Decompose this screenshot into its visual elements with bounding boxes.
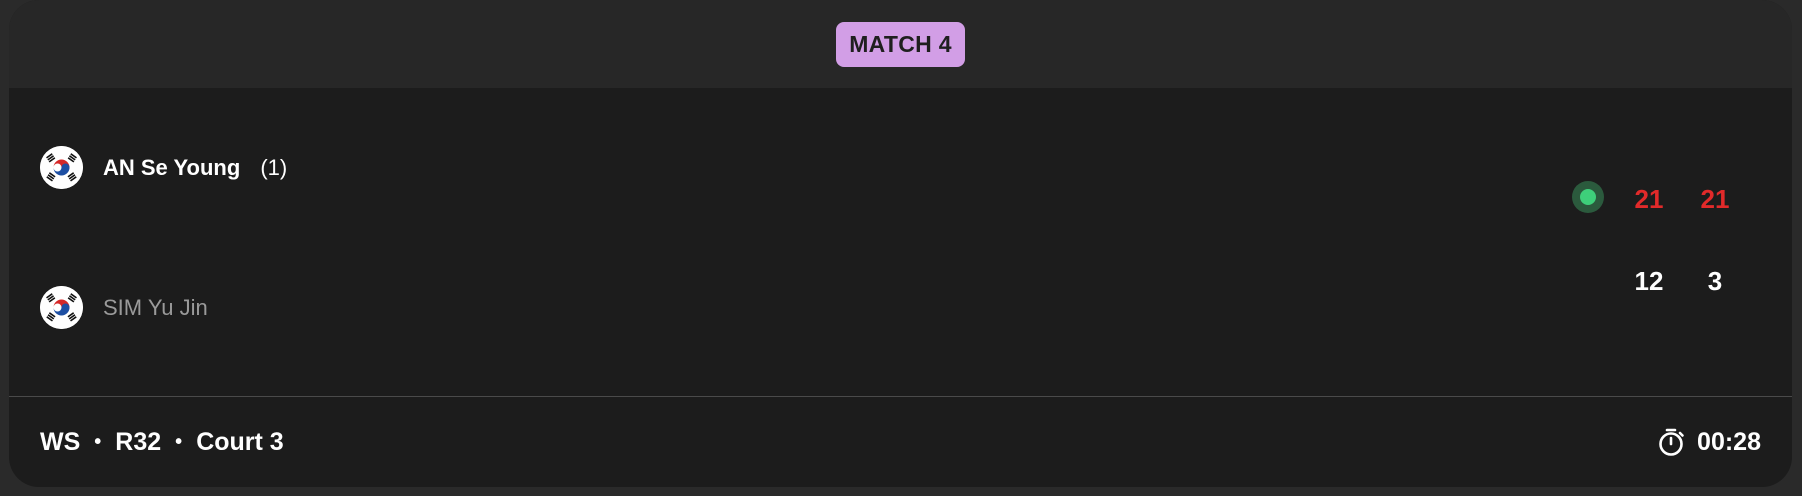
player-name: SIM Yu Jin [103,294,208,320]
match-timer: 00:28 [1657,427,1761,457]
match-header: MATCH 4 [9,0,1792,88]
player1-game1-score: 21 [1634,184,1664,214]
event-label: WS [40,427,81,456]
round-label: R32 [115,427,162,456]
player-row-2[interactable]: SIM Yu Jin [40,286,208,329]
player1-game2-score: 21 [1700,184,1730,214]
match-info: WS • R32 • Court 3 [40,428,284,457]
separator: • [94,430,102,453]
match-duration: 00:28 [1697,427,1761,456]
korea-flag-icon [40,286,83,329]
match-card[interactable]: MATCH 4 AN Se Young (1) SIM Yu Jin 21 21… [9,0,1792,487]
serve-indicator-icon [1572,181,1604,213]
player-seed: (1) [260,154,288,180]
players-area: AN Se Young (1) SIM Yu Jin 21 21 12 3 [9,88,1792,396]
stopwatch-icon [1657,427,1685,457]
player-row-1[interactable]: AN Se Young (1) [40,146,287,189]
separator: • [175,430,183,453]
player2-game1-score: 12 [1634,266,1664,296]
match-footer: WS • R32 • Court 3 00:28 [9,397,1792,487]
player2-game2-score: 3 [1707,266,1723,296]
court-label: Court 3 [196,427,284,456]
korea-flag-icon [40,146,83,189]
match-number-badge: MATCH 4 [836,21,965,67]
serve-dot [1580,189,1596,205]
player-name: AN Se Young [103,154,241,180]
